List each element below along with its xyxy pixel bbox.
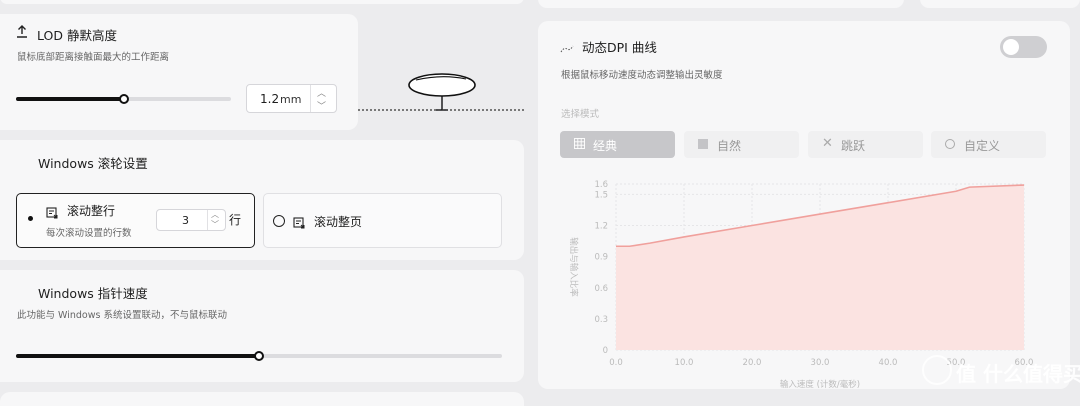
- scroll-line-icon: [46, 204, 58, 223]
- grid-icon: [574, 138, 585, 152]
- lod-value[interactable]: 1.2: [260, 92, 279, 106]
- top-card-strip-far: [920, 0, 1080, 8]
- dpi-curve-description: 根据鼠标移动速度动态调整输出灵敏度: [561, 70, 723, 81]
- y-axis-label: 输出与输入比率: [568, 237, 579, 297]
- pointer-slider-fill: [16, 354, 259, 358]
- mode-classic-button[interactable]: 经典: [560, 131, 675, 158]
- scroll-lines-decrement-icon[interactable]: ﹀: [211, 219, 219, 230]
- y-tick-label: 0: [603, 346, 608, 356]
- lod-description: 鼠标底部距离接触面最大的工作距离: [17, 52, 170, 63]
- lod-decrement-icon[interactable]: ﹀: [317, 99, 326, 112]
- y-tick-label: 0.6: [594, 284, 608, 294]
- top-card-strip: [0, 0, 524, 4]
- upload-icon: [16, 25, 28, 42]
- x-tick-label: 10.0: [675, 358, 694, 368]
- scroll-title: Windows 滚轮设置: [38, 156, 148, 171]
- y-tick-label: 1.2: [594, 222, 608, 232]
- radio-unselected[interactable]: [273, 215, 285, 227]
- mode-jump-button[interactable]: ✕ 跳跃: [808, 131, 923, 158]
- square-icon: [698, 139, 708, 149]
- toggle-knob: [1003, 39, 1019, 55]
- watermark-text: 值 什么值得买: [956, 362, 1080, 386]
- circle-icon: [945, 139, 955, 149]
- lod-slider-fill: [16, 97, 124, 101]
- pointer-slider[interactable]: [16, 351, 502, 361]
- mode-jump-label: 跳跃: [841, 139, 866, 153]
- mode-custom-button[interactable]: 自定义: [931, 131, 1046, 158]
- dpi-curve-card: 动态DPI 曲线 根据鼠标移动速度动态调整输出灵敏度 选择模式 经典 自然 ✕ …: [538, 21, 1070, 390]
- pointer-card: Windows 指针速度 此功能与 Windows 系统设置联动，不与鼠标联动: [0, 270, 524, 382]
- lod-slider-handle[interactable]: [118, 94, 129, 104]
- mouse-illustration: [358, 62, 524, 116]
- x-axis-label: 输入速度 (计数/毫秒): [780, 379, 860, 390]
- bottom-strip: [0, 392, 524, 406]
- radio-selected-dot[interactable]: [28, 216, 33, 221]
- watermark: 值 什么值得买: [922, 352, 1080, 392]
- scroll-page-icon: [293, 214, 305, 233]
- mode-natural-label: 自然: [717, 139, 742, 153]
- dpi-curve-title: 动态DPI 曲线: [582, 40, 657, 55]
- lod-slider[interactable]: [16, 94, 231, 104]
- pointer-title: Windows 指针速度: [38, 286, 148, 301]
- scroll-card: Windows 滚轮设置 滚动整行 每次滚动设置的行数 3 ︿ ﹀ 行 滚动整页: [0, 140, 524, 260]
- mode-label: 选择模式: [561, 109, 600, 120]
- pointer-slider-handle[interactable]: [254, 351, 264, 361]
- cross-icon: ✕: [822, 136, 833, 151]
- watermark-logo-icon: [922, 355, 952, 385]
- pointer-description: 此功能与 Windows 系统设置联动，不与鼠标联动: [17, 310, 227, 321]
- scroll-lines-stepper[interactable]: 3 ︿ ﹀: [156, 209, 226, 231]
- mode-classic-label: 经典: [593, 139, 618, 153]
- top-card-strip-right: [538, 0, 904, 8]
- scroll-line-option[interactable]: 滚动整行 每次滚动设置的行数 3 ︿ ﹀ 行: [16, 193, 255, 248]
- scroll-line-label: 滚动整行: [67, 204, 116, 218]
- scroll-lines-value[interactable]: 3: [182, 214, 189, 227]
- x-tick-label: 30.0: [811, 358, 830, 368]
- mode-custom-label: 自定义: [964, 139, 1001, 153]
- x-tick-label: 20.0: [743, 358, 762, 368]
- dpi-curve-toggle[interactable]: [1000, 36, 1047, 58]
- x-tick-label: 0.0: [609, 358, 623, 368]
- y-tick-label: 1.5: [594, 190, 608, 200]
- curve-icon: [560, 39, 574, 58]
- mode-natural-button[interactable]: 自然: [684, 131, 799, 158]
- scroll-page-option[interactable]: 滚动整页: [263, 193, 502, 248]
- lod-increment-icon[interactable]: ︿: [317, 86, 326, 99]
- lod-card: LOD 静默高度 鼠标底部距离接触面最大的工作距离 1.2 mm ︿ ﹀: [0, 14, 358, 130]
- y-tick-label: 0.3: [594, 315, 608, 325]
- scroll-line-description: 每次滚动设置的行数: [46, 228, 132, 239]
- y-tick-label: 0.9: [594, 253, 608, 263]
- x-tick-label: 40.0: [879, 358, 898, 368]
- lod-title: LOD 静默高度: [37, 28, 117, 43]
- scroll-page-label: 滚动整页: [314, 215, 363, 229]
- lod-stepper[interactable]: 1.2 mm ︿ ﹀: [246, 84, 337, 113]
- lod-unit: mm: [280, 93, 302, 106]
- scroll-lines-unit: 行: [229, 213, 242, 227]
- y-tick-label: 1.6: [594, 180, 608, 190]
